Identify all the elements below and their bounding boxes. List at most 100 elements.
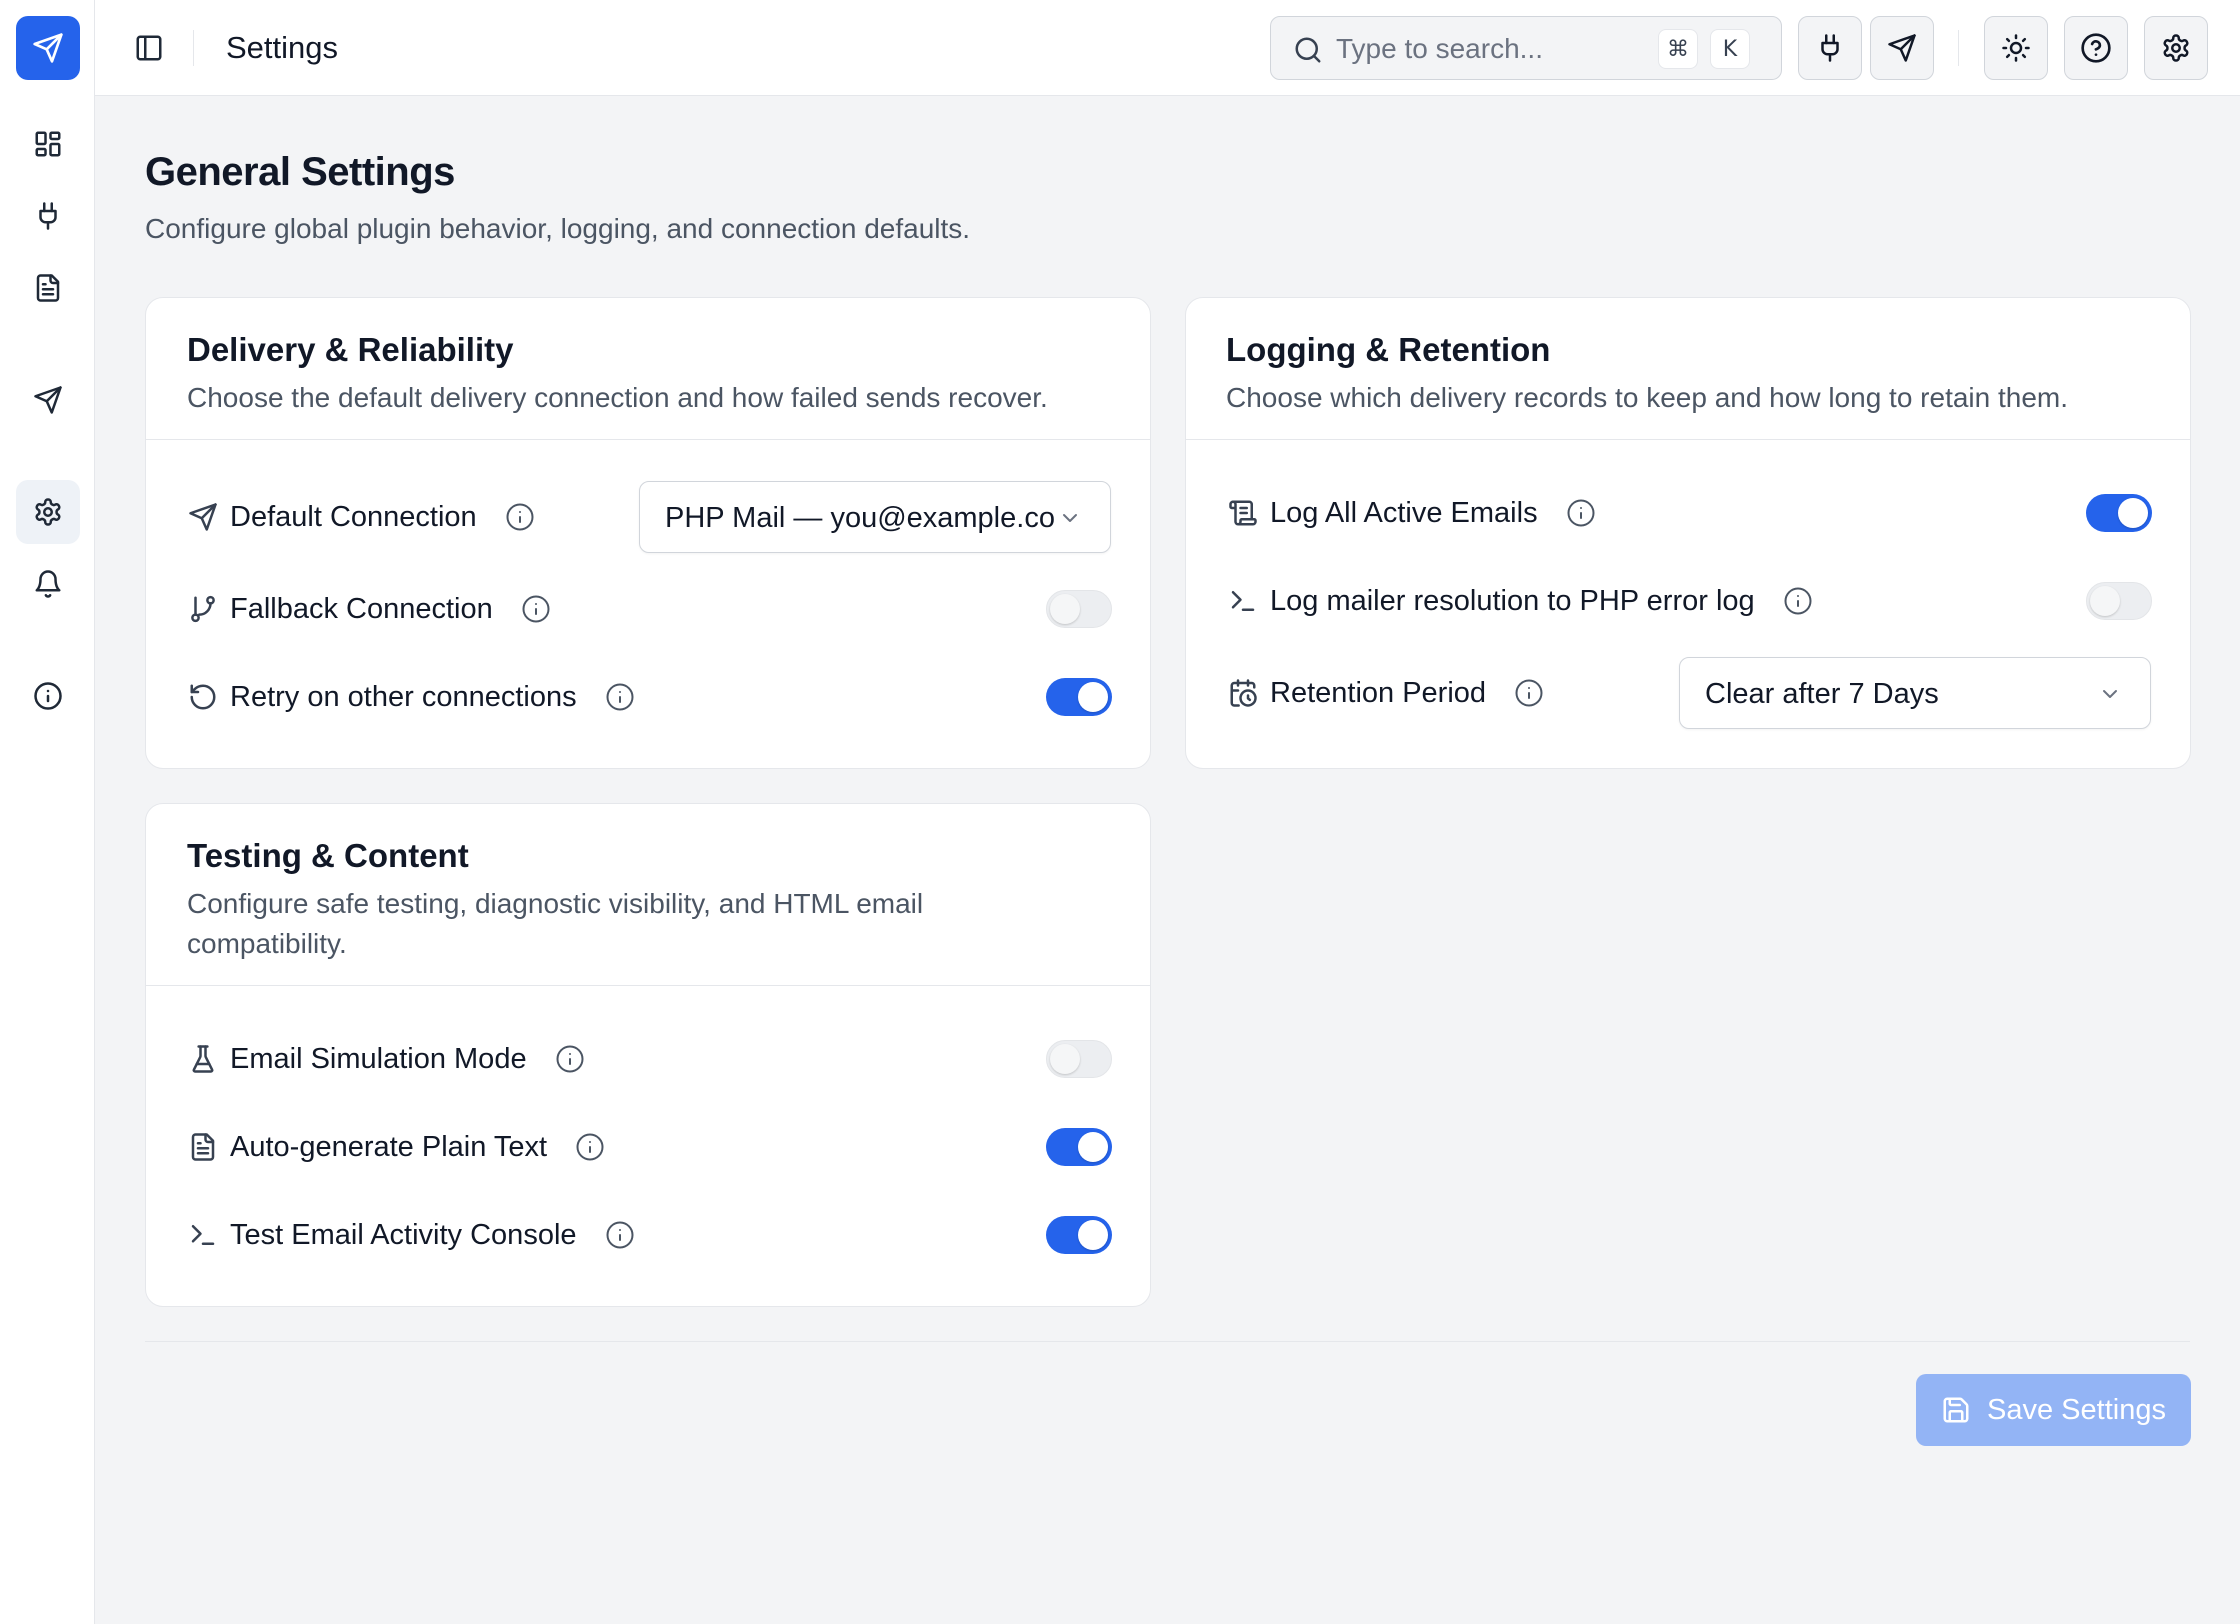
terminal-icon <box>1226 584 1260 618</box>
gear-icon <box>2161 33 2191 63</box>
toggle-knob <box>1050 594 1080 624</box>
card-divider <box>146 439 1150 440</box>
plain-text-label: Auto-generate Plain Text <box>230 1131 548 1163</box>
sidebar-item-about[interactable] <box>16 664 80 728</box>
activity-console-label: Test Email Activity Console <box>230 1219 577 1251</box>
log-resolution-row: Log mailer resolution to PHP error log <box>1226 577 1813 625</box>
save-settings-button[interactable]: Save Settings <box>1916 1374 2191 1446</box>
fallback-connection-row: Fallback Connection <box>186 585 551 633</box>
card-divider <box>1186 439 2190 440</box>
page-title: General Settings <box>145 150 455 194</box>
activity-console-row: Test Email Activity Console <box>186 1211 635 1259</box>
search-input[interactable]: Type to search... ⌘ K <box>1270 16 1782 80</box>
header-divider <box>193 30 194 66</box>
plain-text-row: Auto-generate Plain Text <box>186 1123 605 1171</box>
send-test-button[interactable] <box>1870 16 1934 80</box>
card-description-line-1: Configure safe testing, diagnostic visib… <box>187 888 924 919</box>
header-divider <box>1958 30 1959 66</box>
sidebar-item-dashboard[interactable] <box>16 112 80 176</box>
top-header: Settings Type to search... ⌘ K <box>95 0 2240 96</box>
save-settings-label: Save Settings <box>1987 1393 2166 1426</box>
toggle-knob <box>2118 498 2148 528</box>
info-icon[interactable] <box>505 502 535 532</box>
retry-label: Retry on other connections <box>230 681 577 713</box>
retention-period-select[interactable]: Clear after 7 Days <box>1679 657 2151 729</box>
settings-button[interactable] <box>2144 16 2208 80</box>
toggle-knob <box>1078 682 1108 712</box>
chevron-down-icon <box>2098 682 2122 706</box>
dashboard-icon <box>33 129 63 159</box>
search-placeholder: Type to search... <box>1336 33 1543 64</box>
card-title: Logging & Retention <box>1226 331 1551 368</box>
delivery-reliability-card: Delivery & Reliability Choose the defaul… <box>145 297 1151 769</box>
page-subtitle: Configure global plugin behavior, loggin… <box>145 213 971 244</box>
card-description: Choose the default delivery connection a… <box>187 382 1048 413</box>
info-icon[interactable] <box>555 1044 585 1074</box>
plain-text-toggle[interactable] <box>1046 1128 1112 1166</box>
log-all-row: Log All Active Emails <box>1226 489 1596 537</box>
default-connection-label: Default Connection <box>230 501 477 533</box>
shortcut-k-key: K <box>1710 29 1750 69</box>
sun-icon <box>2001 33 2031 63</box>
calendar-clock-icon <box>1226 676 1260 710</box>
gear-icon <box>33 497 63 527</box>
simulation-mode-toggle[interactable] <box>1046 1040 1112 1078</box>
theme-toggle-button[interactable] <box>1984 16 2048 80</box>
default-connection-row: Default Connection <box>186 493 535 541</box>
retry-row: Retry on other connections <box>186 673 635 721</box>
log-resolution-toggle[interactable] <box>2086 582 2152 620</box>
search-icon <box>1293 35 1323 65</box>
default-connection-value: PHP Mail — you@example.co <box>665 502 1055 534</box>
retry-toggle[interactable] <box>1046 678 1112 716</box>
log-all-label: Log All Active Emails <box>1270 497 1538 529</box>
help-button[interactable] <box>2064 16 2128 80</box>
sidebar-item-connections[interactable] <box>16 184 80 248</box>
log-resolution-label: Log mailer resolution to PHP error log <box>1270 585 1755 617</box>
default-connection-select[interactable]: PHP Mail — you@example.co <box>639 481 1111 553</box>
card-title: Delivery & Reliability <box>187 331 514 368</box>
sidebar-item-logs[interactable] <box>16 256 80 320</box>
header-title: Settings <box>226 30 339 65</box>
simulation-mode-row: Email Simulation Mode <box>186 1035 585 1083</box>
retention-row: Retention Period <box>1226 669 1544 717</box>
toggle-knob <box>1078 1132 1108 1162</box>
toggle-knob <box>1050 1044 1080 1074</box>
info-icon <box>33 681 63 711</box>
info-icon[interactable] <box>605 682 635 712</box>
plug-icon <box>1815 33 1845 63</box>
testing-content-card: Testing & Content Configure safe testing… <box>145 803 1151 1307</box>
chevron-down-icon <box>1058 506 1082 530</box>
retention-period-value: Clear after 7 Days <box>1705 678 1939 710</box>
fallback-connection-label: Fallback Connection <box>230 593 493 625</box>
send-icon <box>1887 33 1917 63</box>
sidebar-item-settings[interactable] <box>16 480 80 544</box>
send-icon <box>33 385 63 415</box>
retention-label: Retention Period <box>1270 677 1487 709</box>
sidebar-toggle-button[interactable] <box>131 30 167 66</box>
card-divider <box>146 985 1150 986</box>
info-icon[interactable] <box>521 594 551 624</box>
info-icon[interactable] <box>575 1132 605 1162</box>
flask-icon <box>186 1042 220 1076</box>
logging-retention-card: Logging & Retention Choose which deliver… <box>1185 297 2191 769</box>
activity-console-toggle[interactable] <box>1046 1216 1112 1254</box>
log-all-toggle[interactable] <box>2086 494 2152 532</box>
connections-button[interactable] <box>1798 16 1862 80</box>
info-icon[interactable] <box>1783 586 1813 616</box>
file-text-icon <box>186 1130 220 1164</box>
file-text-icon <box>33 273 63 303</box>
sidebar-item-send-test[interactable] <box>16 368 80 432</box>
info-icon[interactable] <box>1566 498 1596 528</box>
info-icon[interactable] <box>1514 678 1544 708</box>
save-icon <box>1941 1395 1971 1425</box>
plug-icon <box>33 201 63 231</box>
info-icon[interactable] <box>605 1220 635 1250</box>
fallback-connection-toggle[interactable] <box>1046 590 1112 628</box>
logo-send-icon[interactable] <box>16 16 80 80</box>
card-title: Testing & Content <box>187 837 469 874</box>
footer-divider <box>145 1341 2190 1342</box>
sidebar-item-notifications[interactable] <box>16 552 80 616</box>
git-branch-icon <box>186 592 220 626</box>
help-circle-icon <box>2080 32 2112 64</box>
sidebar <box>0 0 95 1624</box>
